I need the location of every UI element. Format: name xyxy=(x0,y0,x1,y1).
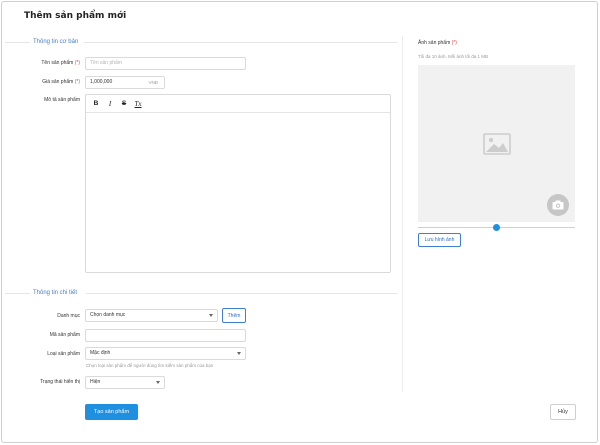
image-preview[interactable] xyxy=(418,65,575,222)
section-divider-right xyxy=(86,293,397,294)
display-status-label: Trạng thái hiển thị xyxy=(40,379,80,385)
image-slider-handle[interactable] xyxy=(493,224,500,231)
product-code-input[interactable] xyxy=(85,329,246,342)
category-select[interactable]: Chọn danh mục xyxy=(85,309,218,322)
create-product-button[interactable]: Tạo sản phẩm xyxy=(85,404,138,420)
bold-icon[interactable]: B xyxy=(91,99,101,109)
section-divider-left xyxy=(5,293,30,294)
add-category-button[interactable]: Thêm xyxy=(222,308,246,323)
camera-button[interactable] xyxy=(547,194,569,216)
section-divider-left xyxy=(5,42,30,43)
product-description-label: Mô tả sản phẩm xyxy=(44,97,80,103)
page-title: Thêm sản phẩm mới xyxy=(24,11,127,21)
product-name-input[interactable]: Tên sản phẩm xyxy=(85,57,246,70)
product-type-select[interactable]: Mặc định xyxy=(85,347,246,360)
column-divider xyxy=(402,36,403,392)
strikethrough-icon[interactable]: S xyxy=(119,99,129,109)
clear-format-icon[interactable]: Tx xyxy=(133,99,143,109)
product-type-hint: Chọn loại sản phẩm để người dùng tìm kiế… xyxy=(86,363,214,368)
category-label: Danh mục xyxy=(57,313,80,319)
chevron-down-icon xyxy=(156,381,160,384)
italic-icon[interactable]: I xyxy=(105,99,115,109)
camera-icon xyxy=(552,200,564,210)
product-code-label: Mã sản phẩm xyxy=(49,332,80,338)
chevron-down-icon xyxy=(209,314,213,317)
save-image-button[interactable]: Lưu hình ảnh xyxy=(418,233,461,247)
product-image-label: Ảnh sản phẩm (*) xyxy=(418,40,457,46)
section-title-basic: Thông tin cơ bản xyxy=(33,39,79,45)
product-price-input[interactable]: 1,000,000 VNĐ xyxy=(85,76,165,89)
cancel-button[interactable]: Hủy xyxy=(550,404,576,420)
section-title-detail: Thông tin chi tiết xyxy=(33,290,78,296)
product-price-label: Giá sản phẩm (*) xyxy=(42,79,80,85)
description-editor[interactable]: B I S Tx xyxy=(85,94,391,273)
display-status-select[interactable]: Hiện xyxy=(85,376,165,389)
section-divider-right xyxy=(84,42,397,43)
image-placeholder-icon xyxy=(483,133,511,155)
product-type-label: Loại sản phẩm xyxy=(47,351,80,357)
product-name-label: Tên sản phẩm (*) xyxy=(41,60,80,66)
chevron-down-icon xyxy=(237,352,241,355)
editor-toolbar: B I S Tx xyxy=(86,95,390,113)
currency-suffix: VNĐ xyxy=(148,80,158,85)
product-image-hint: Tối đa 10 ảnh. Mỗi ảnh tối đa 1 MB xyxy=(418,54,489,59)
